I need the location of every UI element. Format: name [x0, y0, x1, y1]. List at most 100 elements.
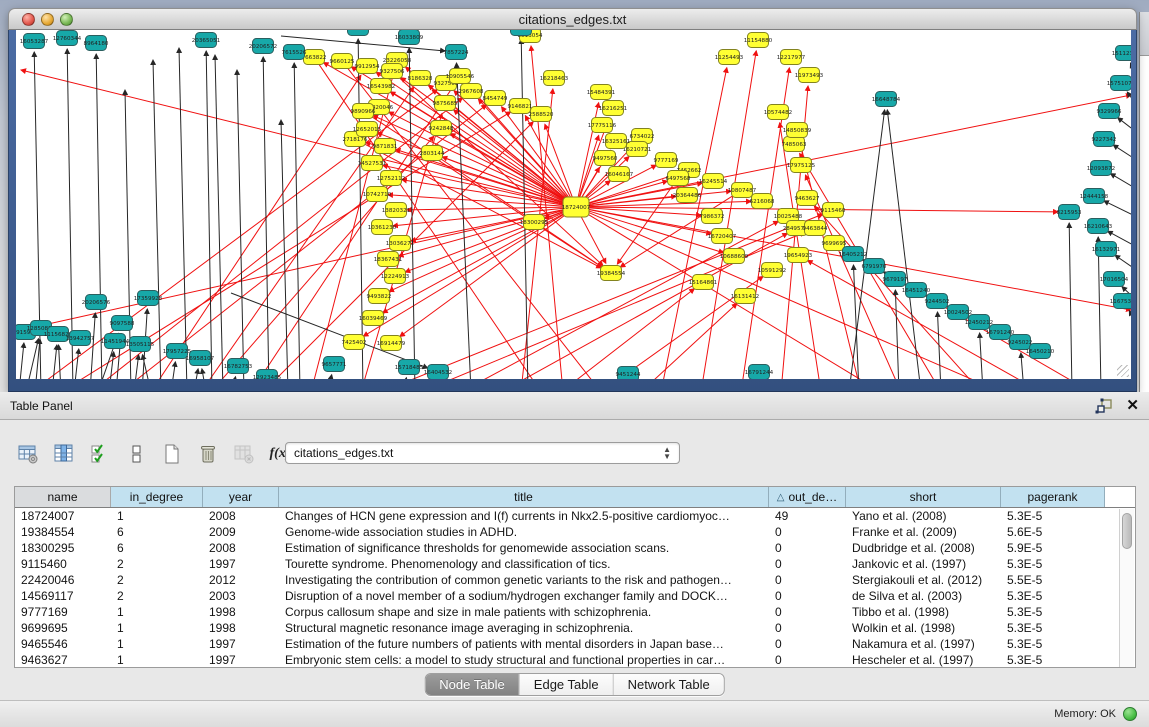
graph-node[interactable]: 15718485	[395, 360, 424, 375]
graph-node[interactable]: 9912954	[355, 59, 380, 74]
graph-node[interactable]: 9227342	[1092, 132, 1117, 147]
graph-node[interactable]: 16543982	[367, 79, 395, 94]
graph-node[interactable]: 16210643	[1084, 219, 1113, 234]
graph-node[interactable]: 20364486	[673, 188, 702, 203]
graph-node[interactable]: 9871831	[373, 139, 398, 154]
graph-node[interactable]: 16218463	[540, 71, 569, 86]
graph-node[interactable]: 10361230	[368, 220, 397, 235]
graph-node[interactable]: 15484391	[587, 85, 616, 100]
graph-node[interactable]: 16451240	[902, 283, 931, 298]
graph-node[interactable]: 9463627	[795, 191, 820, 206]
graph-node[interactable]: 16405212	[839, 247, 867, 262]
graph-node[interactable]: 10653237	[344, 30, 373, 36]
table-row[interactable]: 1938455462009Genome-wide association stu…	[15, 524, 1135, 540]
graph-node[interactable]: 8215953	[1057, 205, 1082, 220]
delete-column-icon[interactable]	[196, 442, 220, 466]
graph-node[interactable]: 18724007	[562, 197, 591, 217]
graph-node[interactable]: 9115460	[821, 203, 846, 218]
new-table-icon[interactable]	[160, 442, 184, 466]
graph-node[interactable]: 6216068	[750, 194, 775, 209]
float-panel-icon[interactable]	[1094, 397, 1114, 415]
graph-node[interactable]: 7425402	[342, 335, 367, 350]
graph-node[interactable]: 17775116	[588, 118, 617, 133]
close-window-icon[interactable]	[22, 13, 35, 26]
graph-node[interactable]: 7485063	[782, 137, 807, 152]
graph-node[interactable]: 2588520	[529, 107, 554, 122]
graph-node[interactable]: 16046167	[605, 167, 634, 182]
table-row[interactable]: 946554611997Estimation of the future num…	[15, 636, 1135, 652]
zoom-window-icon[interactable]	[60, 13, 73, 26]
graph-node[interactable]: 10024502	[944, 305, 972, 320]
table-scrollbar[interactable]	[1119, 509, 1134, 667]
graph-node[interactable]: 12923485	[253, 370, 282, 380]
graph-node[interactable]: 20206572	[249, 39, 277, 54]
graph-node[interactable]: 19384554	[597, 266, 626, 281]
graph-node[interactable]: 9463844	[803, 221, 828, 236]
graph-node[interactable]: 12760344	[53, 31, 82, 46]
graph-node[interactable]: 7986372	[700, 209, 725, 224]
graph-node[interactable]: 12444158	[1080, 189, 1109, 204]
graph-node[interactable]: 16791244	[745, 365, 774, 380]
graph-node[interactable]: 16053287	[20, 34, 49, 49]
table-row[interactable]: 1872400712008Changes of HCN gene express…	[15, 508, 1135, 524]
column-header-short[interactable]: short	[846, 487, 1001, 507]
graph-node[interactable]: 9245022	[1008, 335, 1033, 350]
background-network-window[interactable]	[1139, 12, 1149, 392]
column-header-title[interactable]: title	[279, 487, 769, 507]
graph-node[interactable]: 9244502	[925, 294, 950, 309]
graph-node[interactable]: 9497560	[593, 151, 618, 166]
graph-node[interactable]: 16720407	[708, 229, 737, 244]
tab-network-table[interactable]: Network Table	[614, 674, 724, 695]
graph-node[interactable]: 17016504	[1100, 272, 1129, 287]
network-canvas[interactable]: 1872400718300295193845547663822966012599…	[16, 30, 1131, 379]
graph-node[interactable]: 14527531	[358, 156, 387, 171]
graph-node[interactable]: 9890966	[351, 104, 376, 119]
table-row[interactable]: 946362711997Embryonic stem cells: a mode…	[15, 652, 1135, 668]
graph-node[interactable]: 12450212	[965, 315, 993, 330]
graph-node[interactable]: 10591292	[758, 263, 786, 278]
graph-node[interactable]: 10688609	[720, 249, 749, 264]
graph-node[interactable]: 12752112	[377, 171, 405, 186]
close-panel-icon[interactable]: ✕	[1126, 397, 1139, 415]
graph-node[interactable]: 9875685	[433, 96, 458, 111]
table-row[interactable]: 969969511998Structural magnetic resonanc…	[15, 620, 1135, 636]
graph-node[interactable]: 18367431	[374, 252, 403, 267]
graph-node[interactable]: 7857224	[444, 45, 469, 60]
graph-node[interactable]: 16131412	[731, 289, 759, 304]
canvas-resize-grip[interactable]	[1117, 365, 1129, 377]
graph-node[interactable]: 16039469	[359, 311, 388, 326]
graph-node[interactable]: 15751074	[1107, 76, 1131, 91]
graph-node[interactable]: 9097588	[110, 316, 135, 331]
graph-node[interactable]: 20365051	[192, 33, 221, 48]
graph-node[interactable]: 15112364	[1112, 46, 1131, 61]
graph-node[interactable]: 9493822	[367, 289, 392, 304]
minimize-window-icon[interactable]	[41, 13, 54, 26]
graph-node[interactable]: 17359928	[134, 291, 163, 306]
graph-node[interactable]: 10742710	[363, 187, 392, 202]
table-row[interactable]: 2242004622012Investigating the contribut…	[15, 572, 1135, 588]
graph-node[interactable]: 16914479	[377, 336, 406, 351]
graph-node[interactable]: 9657771	[322, 357, 347, 372]
graph-node[interactable]: 13036271	[386, 236, 415, 251]
graph-node[interactable]: 8964180	[84, 36, 109, 51]
window-titlebar[interactable]: citations_edges.txt	[8, 8, 1137, 30]
graph-node[interactable]: 13820321	[382, 203, 411, 218]
graph-node[interactable]: 16245514	[699, 174, 728, 189]
graph-node[interactable]: 9327506	[380, 64, 405, 79]
graph-node[interactable]: 10905546	[446, 69, 475, 84]
graph-node[interactable]: 12652015	[353, 122, 382, 137]
graph-node[interactable]: 12217977	[777, 50, 806, 65]
table-row[interactable]: 977716911998Corpus callosum shape and si…	[15, 604, 1135, 620]
tab-node-table[interactable]: Node Table	[425, 674, 520, 695]
graph-node[interactable]: 16958107	[186, 351, 215, 366]
graph-node[interactable]: 20206576	[82, 295, 111, 310]
select-columns-icon[interactable]	[88, 442, 112, 466]
graph-node[interactable]: 16782753	[224, 359, 253, 374]
graph-node[interactable]: 11254493	[715, 50, 744, 65]
graph-node[interactable]: 8186328	[408, 71, 433, 86]
table-row[interactable]: 911546021997Tourette syndrome. Phenomeno…	[15, 556, 1135, 572]
graph-node[interactable]: 9242848	[429, 121, 454, 136]
scrollbar-thumb[interactable]	[1122, 513, 1132, 549]
graph-node[interactable]: 9329966	[1097, 104, 1122, 119]
graph-node[interactable]: 16216251	[599, 101, 628, 116]
